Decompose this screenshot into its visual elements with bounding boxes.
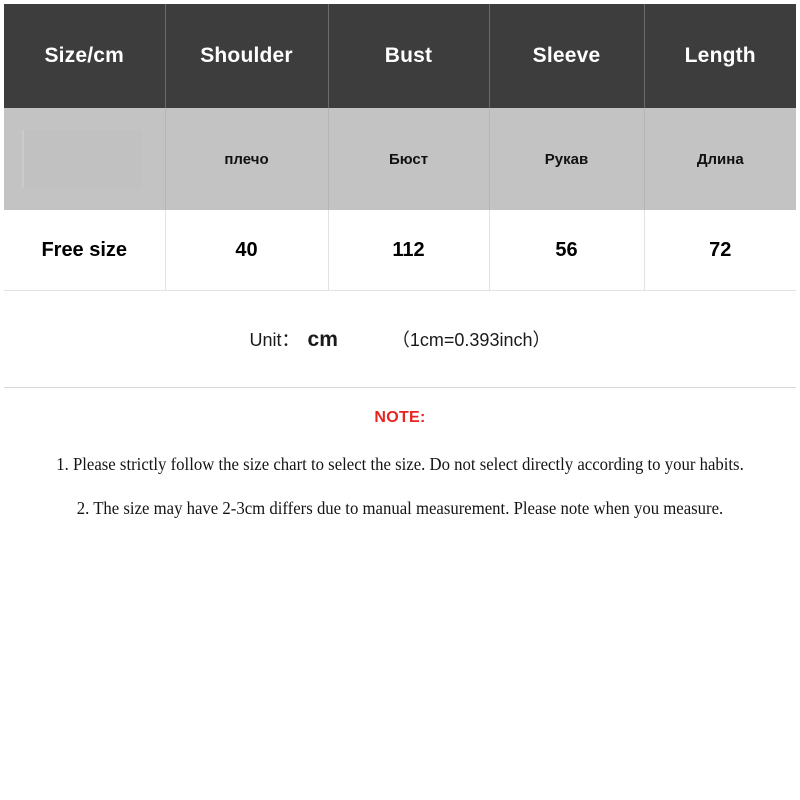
watermark-artifact <box>22 130 142 188</box>
note-line-2: 2. The size may have 2-3cm differs due t… <box>76 498 724 518</box>
table-translation-row: плечо Бюст Рукав Длина <box>4 108 796 210</box>
translation-cell-size <box>4 108 166 210</box>
table-unit-row: Unit： cm （1cm=0.393inch） <box>4 290 796 388</box>
translation-cell-sleeve: Рукав <box>489 108 645 210</box>
data-cell-length: 72 <box>644 210 796 291</box>
header-label-size: Size <box>44 44 88 67</box>
header-cell-size: Size/cm <box>4 4 166 108</box>
note-list: 1. Please strictly follow the size chart… <box>0 455 800 543</box>
data-cell-bust: 112 <box>328 210 490 291</box>
note-line-1: 1. Please strictly follow the size chart… <box>56 454 744 474</box>
header-unit-suffix: /cm <box>87 44 125 67</box>
header-cell-length: Length <box>644 4 796 108</box>
translation-cell-length: Длина <box>644 108 796 210</box>
header-cell-shoulder: Shoulder <box>165 4 329 108</box>
note-title: NOTE: <box>374 409 426 426</box>
data-cell-size: Free size <box>4 210 166 291</box>
size-chart-page: Size/cm Shoulder Bust Sleeve Length плеч… <box>0 0 800 800</box>
header-cell-sleeve: Sleeve <box>489 4 645 108</box>
unit-cell: Unit： cm （1cm=0.393inch） <box>4 290 796 388</box>
unit-label: Unit： <box>249 330 300 350</box>
unit-conversion: （1cm=0.393inch） <box>391 330 551 350</box>
data-cell-sleeve: 56 <box>489 210 645 291</box>
unit-value: cm <box>307 328 338 351</box>
table-row: Free size 40 112 56 72 <box>4 210 796 291</box>
translation-cell-bust: Бюст <box>328 108 490 210</box>
table-header-row: Size/cm Shoulder Bust Sleeve Length <box>4 4 796 108</box>
size-chart-table: Size/cm Shoulder Bust Sleeve Length плеч… <box>4 4 796 388</box>
translation-cell-shoulder: плечо <box>165 108 329 210</box>
data-cell-shoulder: 40 <box>165 210 329 291</box>
header-cell-bust: Bust <box>328 4 490 108</box>
